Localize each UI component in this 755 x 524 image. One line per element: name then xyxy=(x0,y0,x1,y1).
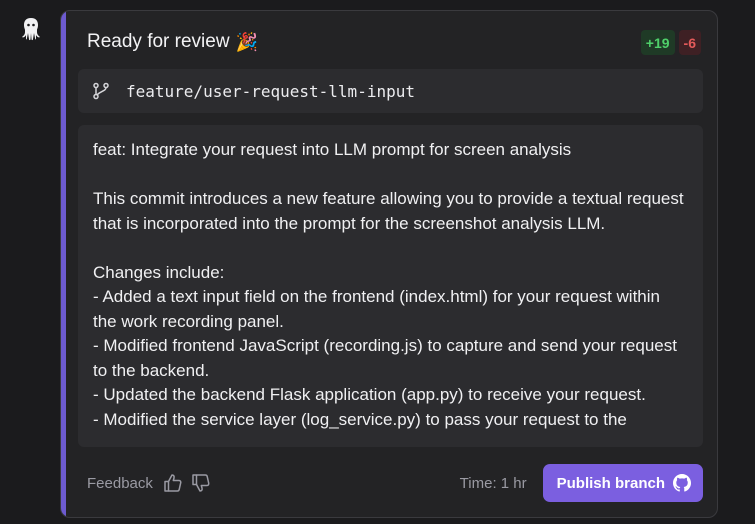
publish-branch-button[interactable]: Publish branch xyxy=(542,464,703,502)
party-popper-icon: 🎉 xyxy=(235,31,258,52)
card-accent-bar xyxy=(61,11,66,517)
deletions-badge: -6 xyxy=(678,29,701,55)
thumbs-down-icon[interactable] xyxy=(191,473,211,493)
branch-name: feature/user-request-llm-input xyxy=(126,81,415,101)
octopus-icon xyxy=(18,16,44,42)
thumbs-up-icon[interactable] xyxy=(163,473,183,493)
card-title: Ready for review xyxy=(87,31,230,52)
feedback-label: Feedback xyxy=(87,474,153,492)
card-header: Ready for review 🎉 +19 -6 xyxy=(87,29,701,55)
git-branch-icon xyxy=(92,82,110,100)
commit-description: This commit introduces a new feature all… xyxy=(93,189,684,233)
commit-message: feat: Integrate your request into LLM pr… xyxy=(78,125,703,432)
review-card: Ready for review 🎉 +19 -6 feature/user-r… xyxy=(60,10,718,518)
publish-branch-label: Publish branch xyxy=(556,474,665,492)
additions-badge: +19 xyxy=(640,29,675,55)
commit-change-item: - Added a text input field on the fronte… xyxy=(93,287,660,331)
diff-stat: +19 -6 xyxy=(640,29,701,55)
commit-changes-heading: Changes include: xyxy=(93,262,225,282)
commit-change-item: - Modified frontend JavaScript (recordin… xyxy=(93,336,677,380)
commit-change-item: - Updated the backend Flask application … xyxy=(93,385,646,404)
commit-subject: feat: Integrate your request into LLM pr… xyxy=(93,140,572,159)
branch-box: feature/user-request-llm-input xyxy=(78,69,703,113)
card-footer: Feedback Time: 1 hr Publish branch xyxy=(87,463,703,503)
commit-change-item: - Modified the service layer (log_servic… xyxy=(93,409,627,429)
time-estimate: Time: 1 hr xyxy=(459,474,527,492)
page: Ready for review 🎉 +19 -6 feature/user-r… xyxy=(0,0,755,524)
commit-message-panel[interactable]: feat: Integrate your request into LLM pr… xyxy=(78,125,703,447)
github-icon xyxy=(673,474,691,492)
